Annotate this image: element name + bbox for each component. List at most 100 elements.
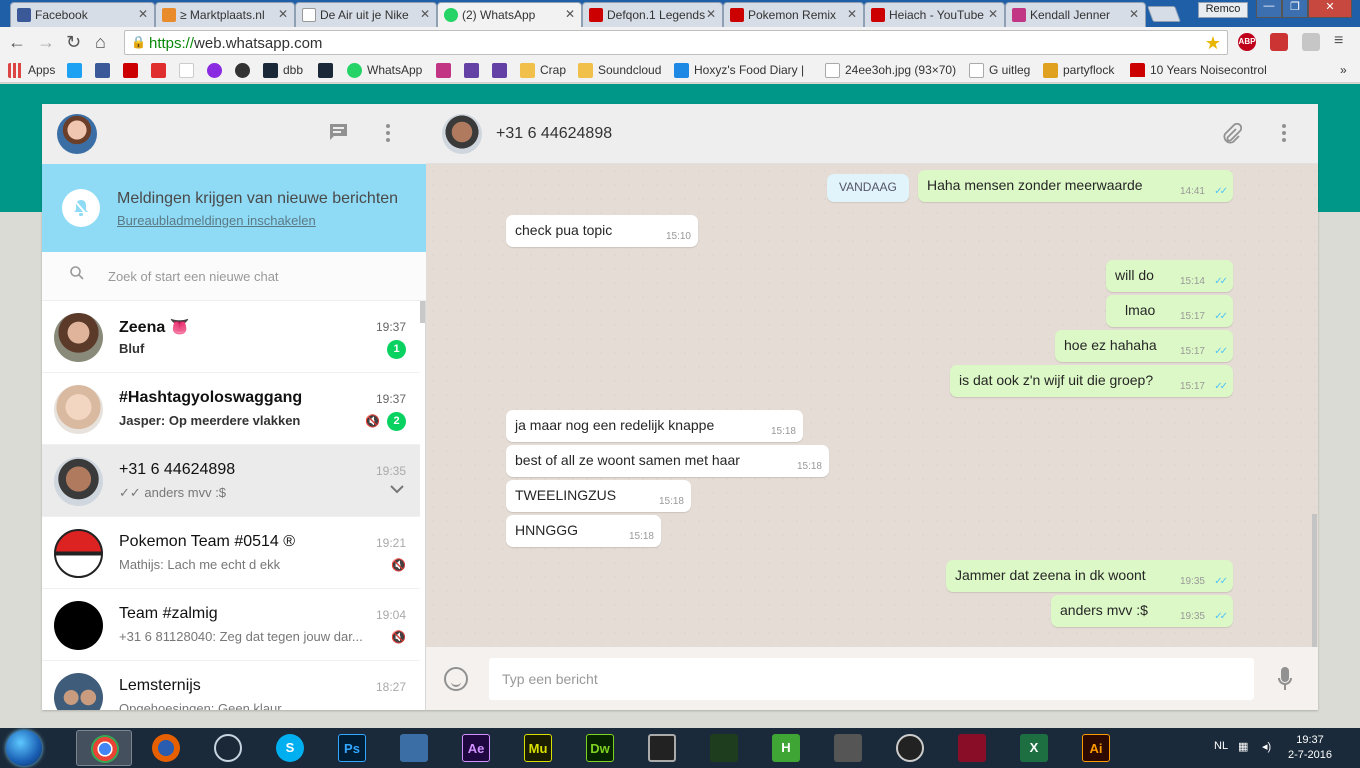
bookmark-soundcloud[interactable]: Soundcloud	[578, 63, 661, 78]
bookmark-crap[interactable]: Crap	[520, 63, 566, 78]
enable-notifications-link[interactable]: Bureaubladmeldingen inschakelen	[117, 213, 316, 228]
close-icon[interactable]: ✕	[565, 7, 575, 21]
close-icon[interactable]: ✕	[278, 7, 288, 21]
bookmark-dbb[interactable]: dbb	[263, 63, 303, 78]
message-incoming[interactable]: TWEELINGZUS 15:18	[506, 480, 691, 512]
tab-defqon[interactable]: Defqon.1 Legends ✕	[582, 2, 723, 27]
address-bar[interactable]: 🔒 https://web.whatsapp.com ★	[124, 30, 1228, 55]
chat-item-hashtagyoloswaggang[interactable]: #Hashtagyoloswaggang 19:37 Jasper: Op me…	[42, 373, 420, 445]
volume-icon[interactable]: ◂)	[1262, 740, 1271, 753]
close-icon[interactable]: ✕	[847, 7, 857, 21]
message-outgoing[interactable]: hoe ez hahaha 15:17 ✓✓	[1055, 330, 1233, 362]
back-icon[interactable]: ←	[8, 32, 26, 53]
taskbar-video-editor[interactable]	[634, 730, 690, 766]
twitter-icon[interactable]	[67, 63, 82, 78]
taskbar-app[interactable]	[696, 730, 752, 766]
new-tab-button[interactable]	[1147, 6, 1181, 22]
close-icon[interactable]: ✕	[988, 7, 998, 21]
taskbar-skype[interactable]: S	[262, 730, 318, 766]
taskbar-firefox[interactable]	[138, 730, 194, 766]
youtube-icon[interactable]	[123, 63, 138, 78]
taskbar-dreamweaver[interactable]: Dw	[572, 730, 628, 766]
emoji-icon[interactable]	[444, 667, 468, 691]
dumpert-icon[interactable]	[151, 63, 166, 78]
home-icon[interactable]: ⌂	[95, 32, 106, 53]
search-input[interactable]	[108, 262, 408, 290]
instagram-icon[interactable]	[436, 63, 451, 78]
tab-heiach[interactable]: Heiach - YouTube ✕	[864, 2, 1005, 27]
chat-item-selected-contact[interactable]: +31 6 44624898 19:35 ✓✓ anders mvv :$	[42, 445, 420, 517]
twitch-icon[interactable]	[492, 63, 507, 78]
network-icon[interactable]: ▦	[1238, 740, 1248, 753]
tab-whatsapp[interactable]: (2) WhatsApp ✕	[437, 2, 582, 27]
twitch-icon[interactable]	[464, 63, 479, 78]
extension-icon[interactable]	[1302, 33, 1320, 51]
bookmark-g-uitleg[interactable]: G uitleg	[969, 63, 1030, 78]
new-chat-icon[interactable]	[329, 123, 348, 146]
tab-pokemon[interactable]: Pokemon Remix ✕	[723, 2, 864, 27]
taskbar-app[interactable]	[882, 730, 938, 766]
menu-icon[interactable]: ≡	[1334, 32, 1343, 50]
conversation-header[interactable]: +31 6 44624898	[426, 104, 1318, 164]
taskbar-muse[interactable]: Mu	[510, 730, 566, 766]
message-outgoing[interactable]: is dat ook z'n wijf uit die groep? 15:17…	[950, 365, 1233, 397]
notification-banner[interactable]: Meldingen krijgen van nieuwe berichten B…	[42, 164, 426, 252]
bookmark-icon[interactable]	[207, 63, 222, 78]
google-icon[interactable]	[179, 63, 194, 78]
message-outgoing[interactable]: Jammer dat zeena in dk woont 19:35 ✓✓	[946, 560, 1233, 592]
tab-kendall[interactable]: Kendall Jenner ✕	[1005, 2, 1146, 27]
bookmark-food-diary[interactable]: Hoxyz's Food Diary |	[674, 63, 804, 78]
taskbar-photoshop[interactable]: Ps	[324, 730, 380, 766]
reload-icon[interactable]: ↻	[66, 32, 81, 53]
message-list[interactable]: VANDAAG Haha mensen zonder meerwaarde 14…	[426, 164, 1318, 647]
taskbar-hotspot[interactable]: H	[758, 730, 814, 766]
chevron-down-icon[interactable]	[390, 481, 404, 497]
bookmark-apps[interactable]: Apps	[8, 63, 55, 78]
message-scrollbar[interactable]	[1312, 514, 1317, 647]
close-icon[interactable]: ✕	[138, 7, 148, 21]
taskbar-app[interactable]	[820, 730, 876, 766]
bookmarks-overflow[interactable]: »	[1320, 63, 1347, 77]
microphone-icon[interactable]	[1278, 667, 1292, 691]
close-icon[interactable]: ✕	[420, 7, 430, 21]
message-input[interactable]	[489, 658, 1254, 700]
taskbar-steam[interactable]	[200, 730, 256, 766]
taskbar-game[interactable]	[944, 730, 1000, 766]
chat-item-zeena[interactable]: Zeena 👅 19:37 Bluf 1	[42, 301, 420, 373]
youtube-extension-icon[interactable]	[1270, 33, 1288, 51]
message-incoming[interactable]: check pua topic 15:10	[506, 215, 698, 247]
chat-item-team-zalmig[interactable]: Team #zalmig 19:04 +31 6 81128040: Zeg d…	[42, 589, 420, 661]
message-incoming[interactable]: best of all ze woont samen met haar 15:1…	[506, 445, 829, 477]
close-icon[interactable]: ✕	[1129, 7, 1139, 21]
contact-avatar[interactable]	[442, 114, 482, 154]
message-outgoing[interactable]: Haha mensen zonder meerwaarde 14:41 ✓✓	[918, 170, 1233, 202]
facebook-icon[interactable]	[95, 63, 110, 78]
my-avatar[interactable]	[57, 114, 97, 154]
adblock-icon[interactable]: ABP	[1238, 33, 1256, 51]
menu-icon[interactable]	[1281, 123, 1287, 148]
taskbar-chrome[interactable]	[76, 730, 132, 766]
bookmark-noisecontrol[interactable]: 10 Years Noisecontrol	[1130, 63, 1270, 77]
steam-icon[interactable]	[318, 63, 333, 78]
taskbar-app[interactable]	[386, 730, 442, 766]
maximize-button[interactable]: ❐	[1282, 0, 1308, 18]
search-icon[interactable]	[70, 266, 84, 283]
system-clock[interactable]: 19:37 2-7-2016	[1280, 733, 1340, 763]
forward-icon[interactable]: →	[37, 32, 55, 53]
chat-item-lemsternijs[interactable]: Lemsternijs 18:27 Opgehoesingen: Geen kl…	[42, 661, 420, 710]
attach-icon[interactable]	[1222, 122, 1243, 150]
message-outgoing[interactable]: lmao 15:17 ✓✓	[1106, 295, 1233, 327]
taskbar-excel[interactable]: X	[1006, 730, 1062, 766]
tab-marktplaats[interactable]: ≥ Marktplaats.nl ✕	[155, 2, 295, 27]
profile-button[interactable]: Remco	[1198, 2, 1248, 18]
message-incoming[interactable]: ja maar nog een redelijk knappe 15:18	[506, 410, 803, 442]
bookmark-partyflock[interactable]: partyflock	[1043, 63, 1114, 78]
close-icon[interactable]: ✕	[706, 7, 716, 21]
message-incoming[interactable]: HNNGGG 15:18	[506, 515, 661, 547]
tab-facebook[interactable]: Facebook ✕	[10, 2, 155, 27]
minimize-button[interactable]: —	[1256, 0, 1282, 18]
window-close-button[interactable]: ✕	[1308, 0, 1352, 18]
message-outgoing[interactable]: will do 15:14 ✓✓	[1106, 260, 1233, 292]
chat-list-scrollbar[interactable]	[420, 301, 425, 323]
tab-nike[interactable]: De Air uit je Nike ✕	[295, 2, 437, 27]
